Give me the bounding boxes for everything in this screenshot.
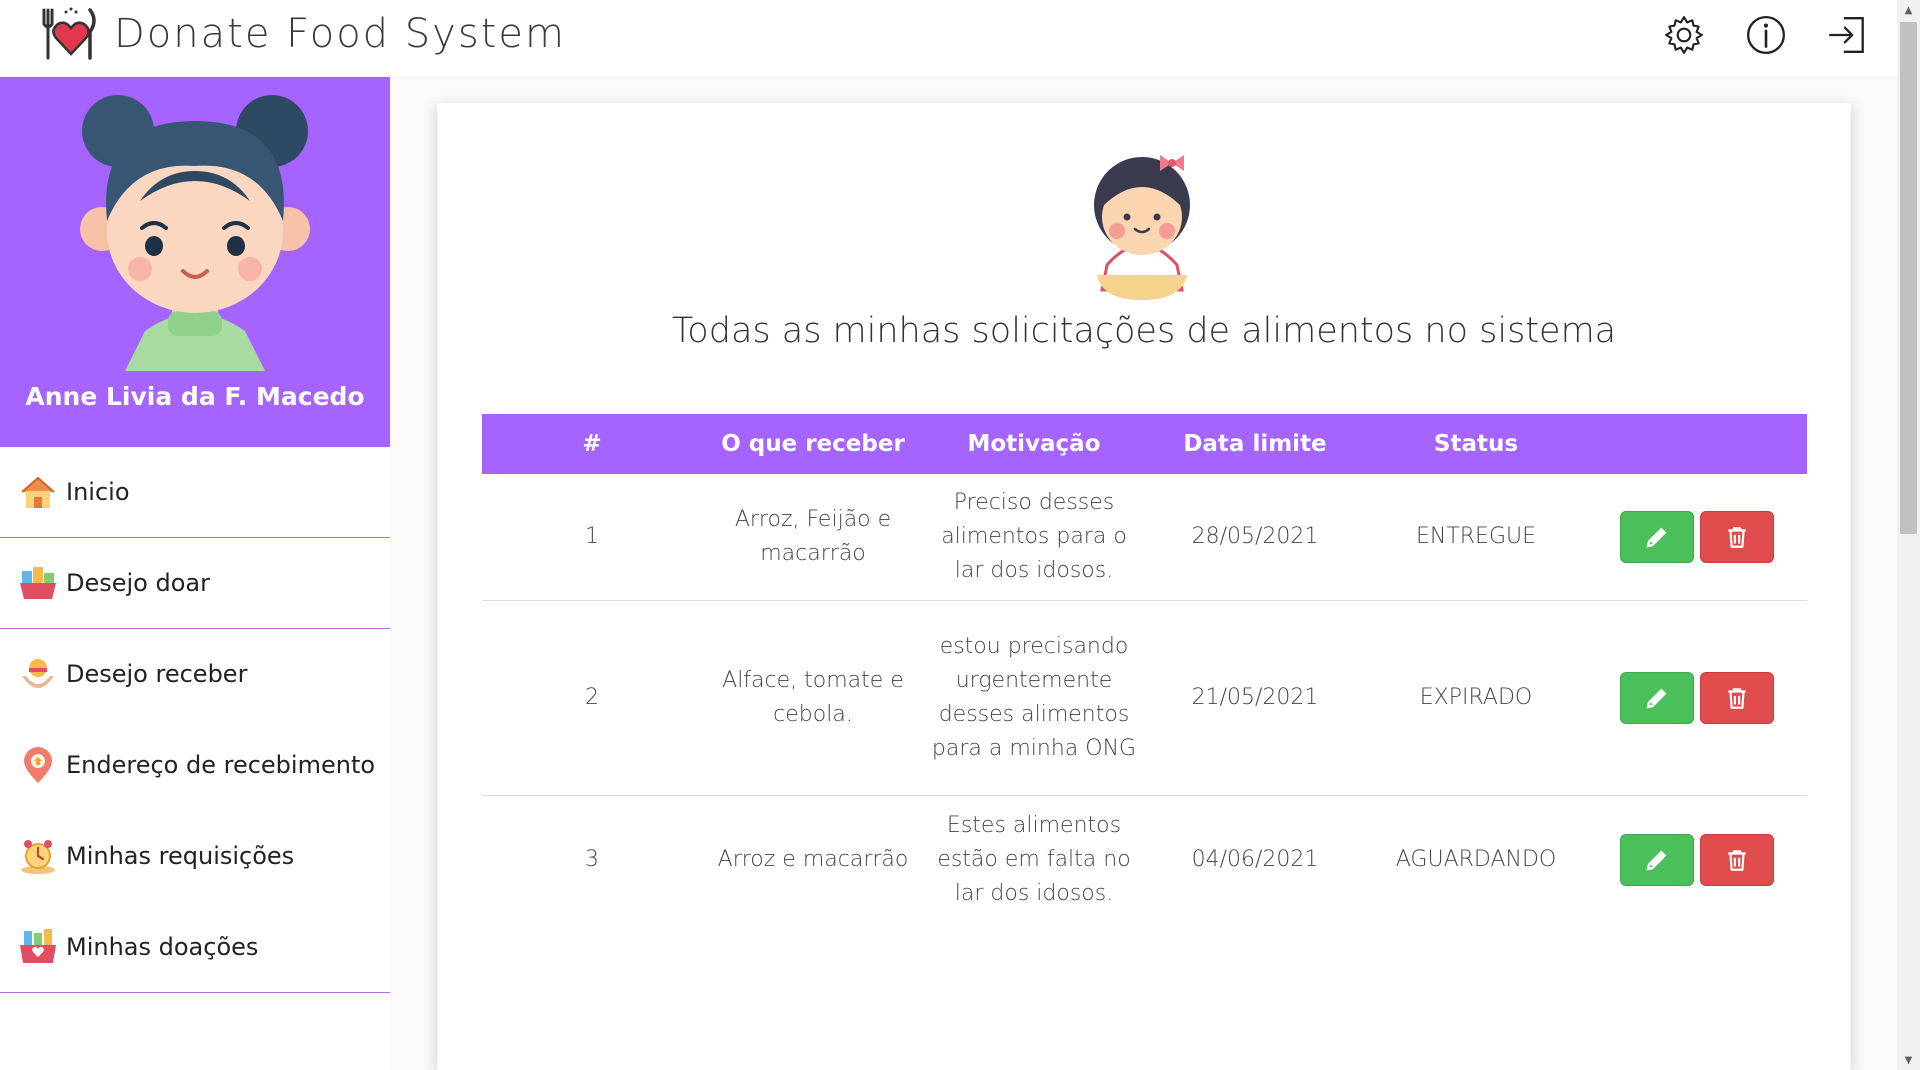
pencil-icon (1646, 850, 1666, 870)
app-title: Donate Food System (114, 11, 566, 57)
pencil-icon (1646, 527, 1666, 548)
location-pin-icon (24, 747, 52, 783)
sidebar-item-label: Desejo doar (66, 569, 210, 597)
column-header-status: Status (1433, 431, 1519, 457)
top-bar: Donate Food System (0, 0, 1897, 76)
cell-motivation: Estes alimentos estão em falta no lar do… (937, 812, 1131, 906)
scroll-down-arrow-icon[interactable]: ▼ (1897, 1050, 1920, 1070)
cell-motivation: Preciso desses alimentos para o lar dos … (941, 490, 1127, 583)
trash-icon (1727, 688, 1746, 709)
cell-deadline: 21/05/2021 (1191, 685, 1319, 710)
sidebar-item-label: Minhas doações (66, 933, 259, 961)
cell-status: ENTREGUE (1415, 524, 1537, 549)
sidebar-item-desejo-receber[interactable]: Desejo receber (0, 629, 390, 720)
cell-deadline: 28/05/2021 (1191, 524, 1319, 549)
donation-basket-icon (20, 567, 56, 599)
table-header: # O que receber Motivação Data limite St… (482, 414, 1807, 474)
cell-number: 2 (585, 685, 599, 710)
delete-button[interactable] (1699, 511, 1774, 563)
sidebar-item-label: Inicio (66, 478, 130, 506)
scroll-up-arrow-icon[interactable]: ▲ (1897, 0, 1920, 20)
cell-what: Arroz e macarrão (717, 846, 909, 872)
house-icon (21, 476, 55, 508)
avatar (80, 95, 310, 371)
delete-button[interactable] (1699, 672, 1774, 724)
cell-what: Alface, tomate e cebola. (722, 668, 904, 727)
column-header-deadline: Data limite (1183, 431, 1327, 457)
cell-actions (1586, 511, 1807, 563)
page-scrollbar[interactable]: ▲ ▼ (1897, 0, 1920, 1070)
sidebar-item-minhas-requisicoes[interactable]: Minhas requisições (0, 811, 390, 902)
cell-deadline: 04/06/2021 (1191, 846, 1319, 872)
sidebar-item-endereco[interactable]: Endereço de recebimento (0, 720, 390, 811)
alarm-clock-icon (21, 840, 55, 874)
sidebar-item-inicio[interactable]: Inicio (0, 447, 390, 538)
cell-actions (1586, 672, 1807, 724)
sidebar-item-label: Endereço de recebimento (66, 751, 376, 779)
edit-button[interactable] (1619, 511, 1694, 563)
info-icon[interactable] (1743, 12, 1789, 58)
profile-name: Anne Livia da F. Macedo (25, 382, 365, 411)
cell-status: EXPIRADO (1419, 685, 1533, 710)
sidebar-item-desejo-doar[interactable]: Desejo doar (0, 538, 390, 629)
receive-food-icon (22, 659, 54, 688)
logout-icon[interactable] (1825, 12, 1871, 58)
sidebar-item-minhas-doacoes[interactable]: Minhas doações (0, 902, 390, 993)
food-heart-logo-icon (42, 7, 96, 60)
trash-icon (1727, 849, 1746, 871)
sidebar: Anne Livia da F. Macedo Inicio Desejo do… (0, 77, 390, 1070)
cell-what: Arroz, Feijão e macarrão (734, 507, 892, 566)
cell-number: 3 (585, 846, 599, 872)
brand[interactable]: Donate Food System (38, 6, 566, 62)
settings-gear-icon[interactable] (1661, 12, 1707, 58)
column-header-what: O que receber (721, 431, 905, 457)
profile-card: Anne Livia da F. Macedo (0, 77, 390, 447)
table-row: 3 Arroz e macarrão Estes alimentos estão… (482, 796, 1807, 923)
cell-actions (1586, 833, 1807, 886)
gift-basket-icon (20, 929, 56, 963)
sidebar-item-label: Minhas requisições (66, 842, 295, 870)
edit-button[interactable] (1619, 672, 1694, 724)
girl-with-food-illustration (1094, 155, 1190, 300)
trash-icon (1727, 527, 1746, 548)
main-card: Todas as minhas solicitações de alimento… (437, 103, 1851, 1070)
sidebar-item-label: Desejo receber (66, 660, 248, 688)
table-row: 2 Alface, tomate e cebola. estou precisa… (482, 601, 1807, 796)
cell-status: AGUARDANDO (1395, 846, 1557, 872)
column-header-number: # (582, 431, 602, 457)
cell-motivation: estou precisando urgentemente desses ali… (931, 634, 1137, 761)
requests-table: # O que receber Motivação Data limite St… (482, 414, 1807, 923)
column-header-motivation: Motivação (967, 431, 1101, 457)
pencil-icon (1646, 688, 1666, 709)
page-title: Todas as minhas solicitações de alimento… (671, 311, 1617, 351)
delete-button[interactable] (1699, 833, 1774, 886)
scroll-thumb[interactable] (1900, 22, 1917, 534)
edit-button[interactable] (1619, 833, 1694, 886)
cell-number: 1 (585, 524, 599, 549)
table-row: 1 Arroz, Feijão e macarrão Preciso desse… (482, 474, 1807, 601)
